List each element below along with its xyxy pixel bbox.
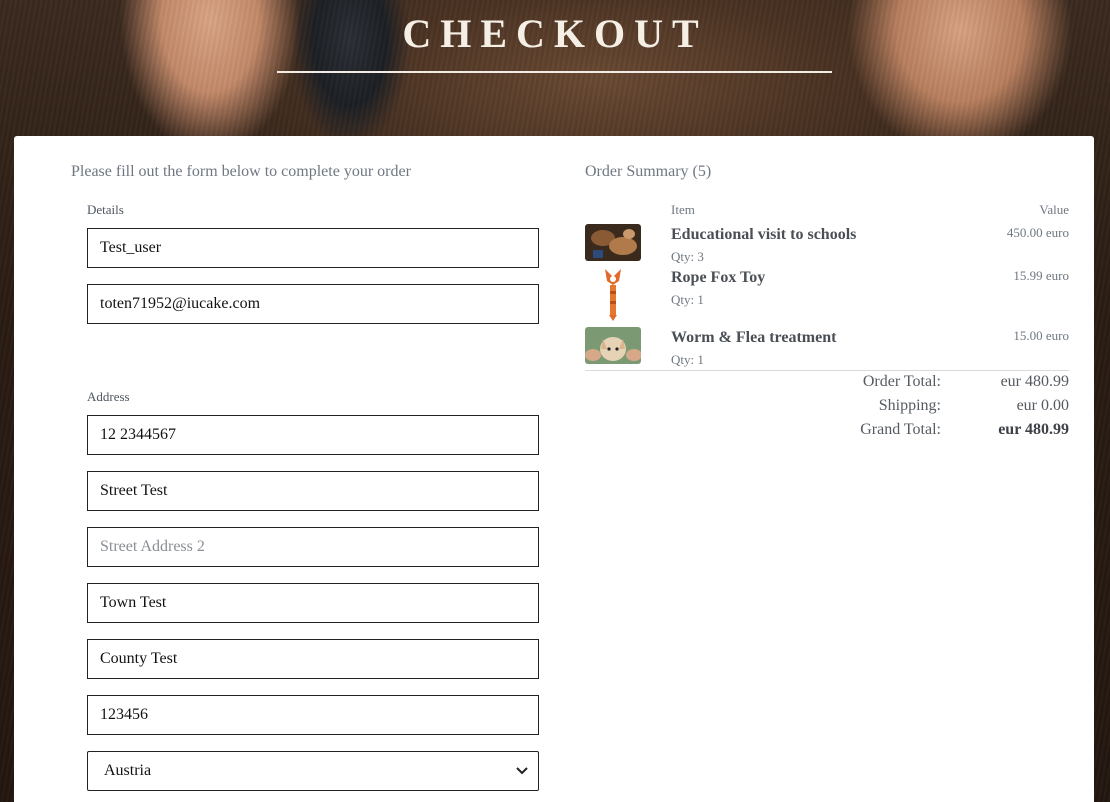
order-total-label: Order Total: <box>862 373 941 390</box>
postcode-field[interactable]: 123456 <box>87 695 539 735</box>
page-title: CHECKOUT <box>402 11 708 56</box>
street-address-2-field[interactable]: Street Address 2 <box>87 527 539 567</box>
item-thumbnail <box>585 327 641 364</box>
grand-total-value: eur 480.99 <box>998 421 1069 438</box>
town-field[interactable]: Town Test <box>87 583 539 623</box>
item-column-header: Item <box>671 202 695 217</box>
item-name: Worm & Flea treatment <box>671 329 837 346</box>
item-qty: Qty: 1 <box>671 292 704 307</box>
item-price: 15.00 euro <box>1013 328 1069 343</box>
shipping-value: eur 0.00 <box>1016 397 1069 414</box>
full-name-field[interactable]: Test_user <box>87 228 539 268</box>
item-price: 450.00 euro <box>1006 225 1069 240</box>
grand-total-label: Grand Total: <box>860 421 941 438</box>
country-select-value: Austria <box>104 762 152 779</box>
order-total-value: eur 480.99 <box>1000 373 1069 390</box>
chevron-down-icon <box>516 764 528 779</box>
checkout-card: Please fill out the form below to comple… <box>14 136 1094 802</box>
value-column-header: Value <box>1039 202 1069 217</box>
email-field[interactable]: toten71952@iucake.com <box>87 284 539 324</box>
item-thumbnail <box>585 267 641 321</box>
item-name: Educational visit to schools <box>671 226 857 243</box>
item-name: Rope Fox Toy <box>671 269 766 286</box>
address-label: Address <box>87 389 130 404</box>
shipping-label: Shipping: <box>878 397 941 414</box>
form-intro: Please fill out the form below to comple… <box>71 163 411 180</box>
country-select[interactable]: Austria <box>87 751 539 791</box>
item-qty: Qty: 1 <box>671 352 704 367</box>
details-label: Details <box>87 202 124 217</box>
title-divider <box>277 71 832 73</box>
summary-divider <box>585 370 1069 371</box>
item-price: 15.99 euro <box>1013 268 1069 283</box>
county-field[interactable]: County Test <box>87 639 539 679</box>
order-summary-title: Order Summary (5) <box>585 163 712 180</box>
item-qty: Qty: 3 <box>671 249 704 264</box>
item-thumbnail <box>585 224 641 261</box>
street-address-1-field[interactable]: Street Test <box>87 471 539 511</box>
phone-field[interactable]: 12 2344567 <box>87 415 539 455</box>
